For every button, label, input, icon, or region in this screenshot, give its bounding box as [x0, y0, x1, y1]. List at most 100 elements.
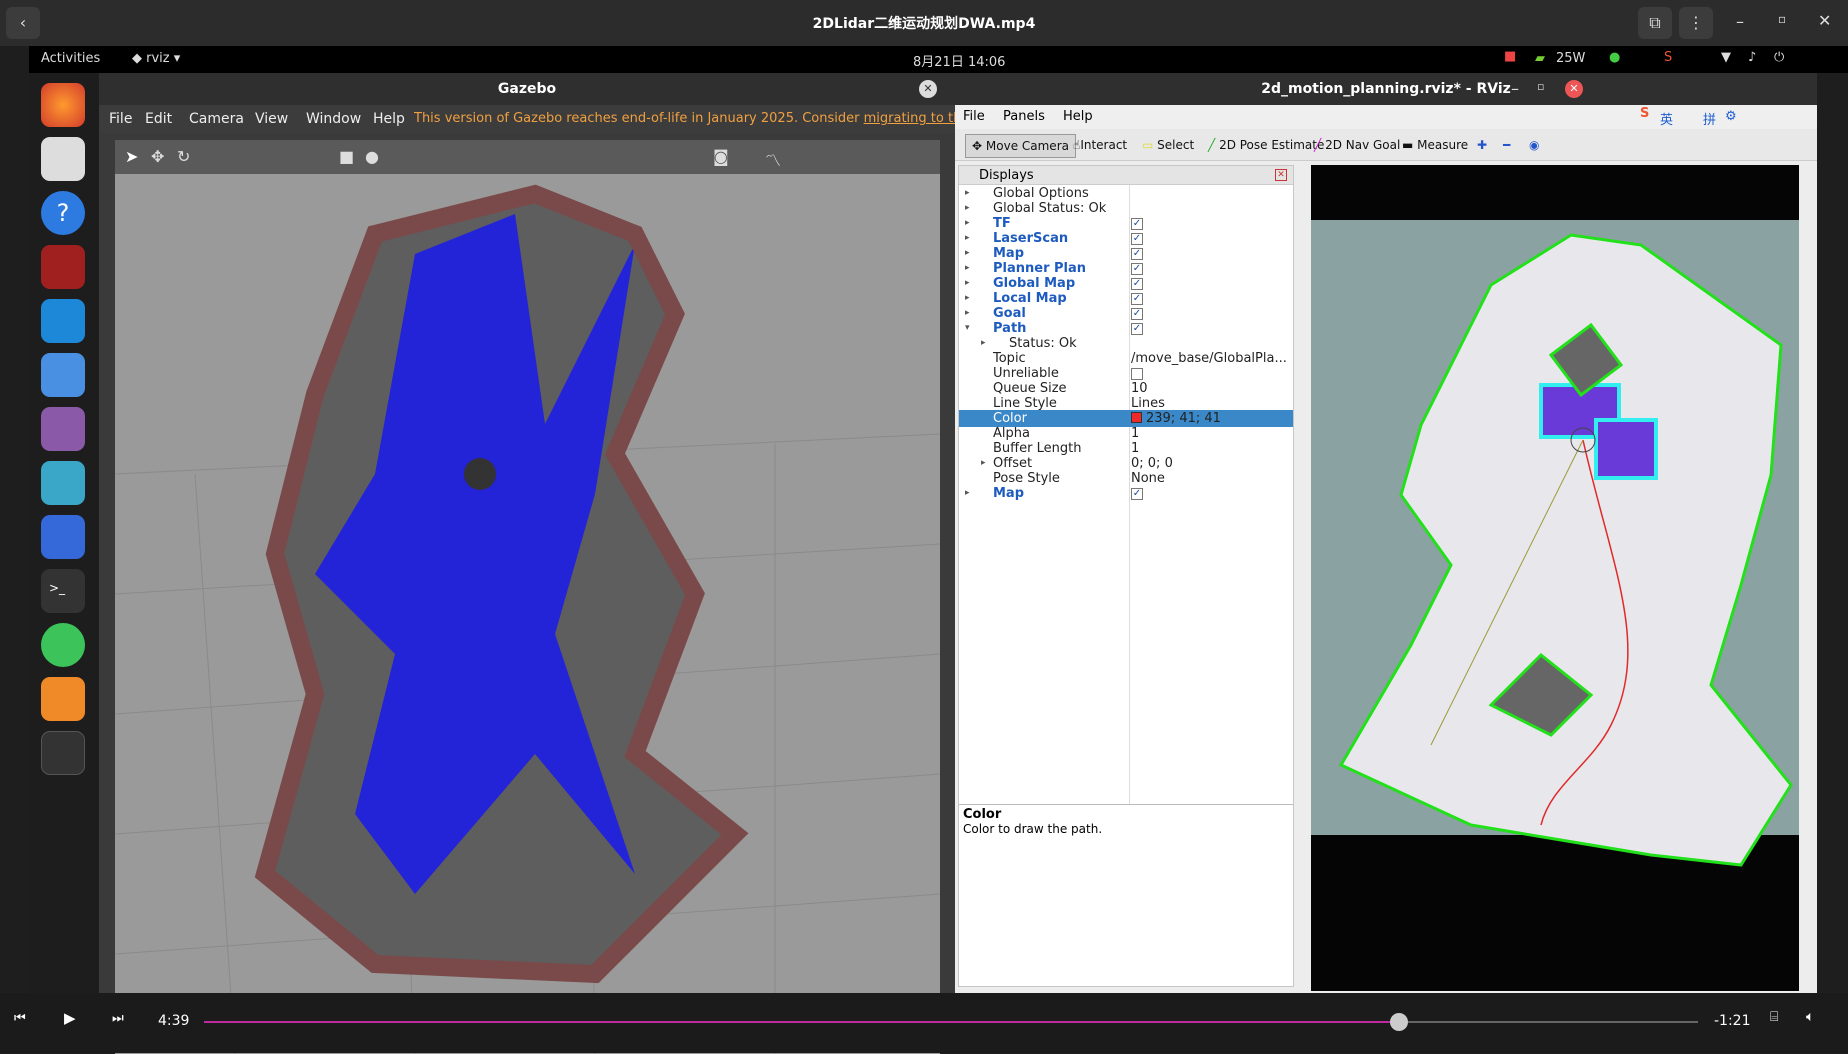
minimize-icon[interactable]: –: [1736, 12, 1744, 31]
color-swatch[interactable]: [1131, 412, 1142, 423]
pip-button[interactable]: ⧉: [1638, 7, 1672, 39]
power-icon[interactable]: ⏻: [1774, 50, 1784, 65]
app-menu[interactable]: ◆ rviz ▾: [132, 51, 180, 66]
gpu-icon[interactable]: ▰: [1535, 51, 1545, 66]
property-value[interactable]: 10: [1131, 381, 1148, 396]
clock[interactable]: 8月21日 14:06: [913, 51, 1005, 70]
rviz-3d-viewport[interactable]: [1311, 165, 1799, 991]
rviz-menu-panels[interactable]: Panels: [1003, 109, 1045, 124]
enable-checkbox[interactable]: ✓: [1131, 248, 1143, 260]
gz-menu-view[interactable]: View: [255, 111, 288, 127]
interact-tool[interactable]: ☝Interact: [1067, 134, 1133, 158]
enable-checkbox[interactable]: ✓: [1131, 263, 1143, 275]
close-icon[interactable]: ✕: [1818, 11, 1831, 30]
camera-screenshot-icon[interactable]: ◙: [713, 147, 729, 166]
power-readout: 25W: [1556, 51, 1586, 66]
video-icon[interactable]: [41, 407, 85, 451]
expand-arrow-icon[interactable]: ▸: [965, 485, 970, 502]
eol-notice-link[interactable]: migrating to the n: [864, 111, 955, 126]
volume-control-icon[interactable]: 🔈︎: [1806, 1009, 1814, 1025]
rviz-maximize-icon[interactable]: ▫: [1537, 80, 1544, 93]
help-icon[interactable]: ?: [41, 191, 85, 235]
stack-icon[interactable]: [41, 677, 85, 721]
property-value[interactable]: 0; 0; 0: [1131, 456, 1173, 471]
rviz-map-render: [1311, 220, 1799, 867]
play-icon[interactable]: ▶: [64, 1009, 76, 1027]
plot-icon[interactable]: 〽: [765, 147, 781, 171]
gazebo-close-icon[interactable]: ✕: [919, 80, 937, 98]
add-tool-icon[interactable]: ✚: [1471, 134, 1493, 158]
select-tool[interactable]: ▭ Select: [1136, 134, 1200, 158]
ime-tray-icon[interactable]: S: [1664, 50, 1672, 65]
enable-checkbox[interactable]: ✓: [1131, 218, 1143, 230]
gz-menu-camera[interactable]: Camera: [189, 111, 244, 127]
app-menu-label: rviz: [146, 51, 170, 66]
rviz-menu-help[interactable]: Help: [1063, 109, 1093, 124]
measure-tool[interactable]: ▬ Measure: [1396, 134, 1474, 158]
terminal-icon[interactable]: >_: [41, 569, 85, 613]
ime-mode-pinyin[interactable]: 拼: [1703, 109, 1716, 128]
ime-logo-icon[interactable]: S: [1640, 106, 1649, 121]
gazebo-3d-scene[interactable]: [115, 174, 940, 1054]
app-icon[interactable]: [41, 245, 85, 289]
maximize-icon[interactable]: ▫: [1778, 12, 1786, 26]
nav-goal-tool[interactable]: ╱ 2D Nav Goal: [1308, 134, 1406, 158]
more-menu-button[interactable]: ⋮: [1679, 7, 1713, 39]
rviz-menu-file[interactable]: File: [963, 109, 985, 124]
enable-checkbox[interactable]: ✓: [1131, 293, 1143, 305]
remove-tool-icon[interactable]: ━: [1497, 134, 1516, 158]
ime-mode-en[interactable]: 英: [1660, 109, 1673, 128]
display-item-label: Map: [993, 486, 1025, 501]
property-value[interactable]: 239; 41; 41: [1146, 411, 1221, 426]
subtitles-icon[interactable]: ⌸: [1770, 1009, 1778, 1025]
displays-close-icon[interactable]: ✕: [1275, 169, 1287, 181]
enable-checkbox[interactable]: [1131, 368, 1143, 380]
enable-checkbox[interactable]: ✓: [1131, 308, 1143, 320]
wifi-icon[interactable]: ▼: [1721, 50, 1731, 65]
display-item[interactable]: ▸ Map ✓: [959, 485, 1293, 502]
select-tool-icon[interactable]: ➤: [125, 147, 138, 166]
property-value[interactable]: 1: [1131, 426, 1139, 441]
files-icon[interactable]: [41, 137, 85, 181]
enable-checkbox[interactable]: ✓: [1131, 233, 1143, 245]
enable-checkbox[interactable]: ✓: [1131, 278, 1143, 290]
property-value[interactable]: 1: [1131, 441, 1139, 456]
displays-header: Displays: [959, 166, 1293, 185]
gz-menu-window[interactable]: Window: [306, 111, 361, 127]
ime-settings-icon[interactable]: ⚙: [1725, 109, 1737, 124]
move-camera-tool[interactable]: ✥ Move Camera: [965, 134, 1076, 158]
store-icon[interactable]: [41, 353, 85, 397]
property-value[interactable]: None: [1131, 471, 1165, 486]
enable-checkbox[interactable]: ✓: [1131, 323, 1143, 335]
record-icon[interactable]: ■: [1504, 49, 1516, 64]
activities-button[interactable]: Activities: [41, 51, 100, 66]
current-time: 4:39: [158, 1013, 190, 1029]
property-value[interactable]: Lines: [1131, 396, 1165, 411]
rviz-menu-bar: File Panels Help S 英 拼 ⚙: [955, 105, 1817, 129]
vscode-icon[interactable]: [41, 299, 85, 343]
screenshot-icon[interactable]: [41, 515, 85, 559]
next-icon[interactable]: ⏭: [112, 1011, 124, 1026]
gz-menu-file[interactable]: File: [109, 111, 132, 127]
rotate-tool-icon[interactable]: ↻: [177, 147, 190, 166]
property-value[interactable]: /move_base/GlobalPla...: [1131, 351, 1287, 366]
tool-options-icon[interactable]: ◉: [1523, 134, 1545, 158]
gz-menu-edit[interactable]: Edit: [145, 111, 172, 127]
app-grid-icon[interactable]: [41, 731, 85, 775]
box-shape-icon[interactable]: ■: [339, 147, 354, 166]
firefox-icon[interactable]: [41, 83, 85, 127]
translate-tool-icon[interactable]: ✥: [151, 147, 164, 166]
enable-checkbox[interactable]: ✓: [1131, 488, 1143, 500]
seek-bar[interactable]: [204, 1013, 1698, 1031]
rviz-close-icon[interactable]: ✕: [1565, 80, 1583, 98]
previous-icon[interactable]: ⏮: [14, 1011, 26, 1026]
ros-icon[interactable]: [41, 461, 85, 505]
wechat-tray-icon[interactable]: ●: [1609, 50, 1620, 65]
seek-handle[interactable]: [1390, 1013, 1409, 1031]
displays-panel: Displays ✕ ▸ Global Options ▸ Global Status…: [958, 165, 1294, 987]
volume-icon[interactable]: ♪: [1748, 50, 1756, 65]
wechat-icon[interactable]: [41, 623, 85, 667]
gz-menu-help[interactable]: Help: [373, 111, 405, 127]
sphere-shape-icon[interactable]: ●: [365, 147, 379, 166]
rviz-minimize-icon[interactable]: –: [1511, 79, 1519, 98]
